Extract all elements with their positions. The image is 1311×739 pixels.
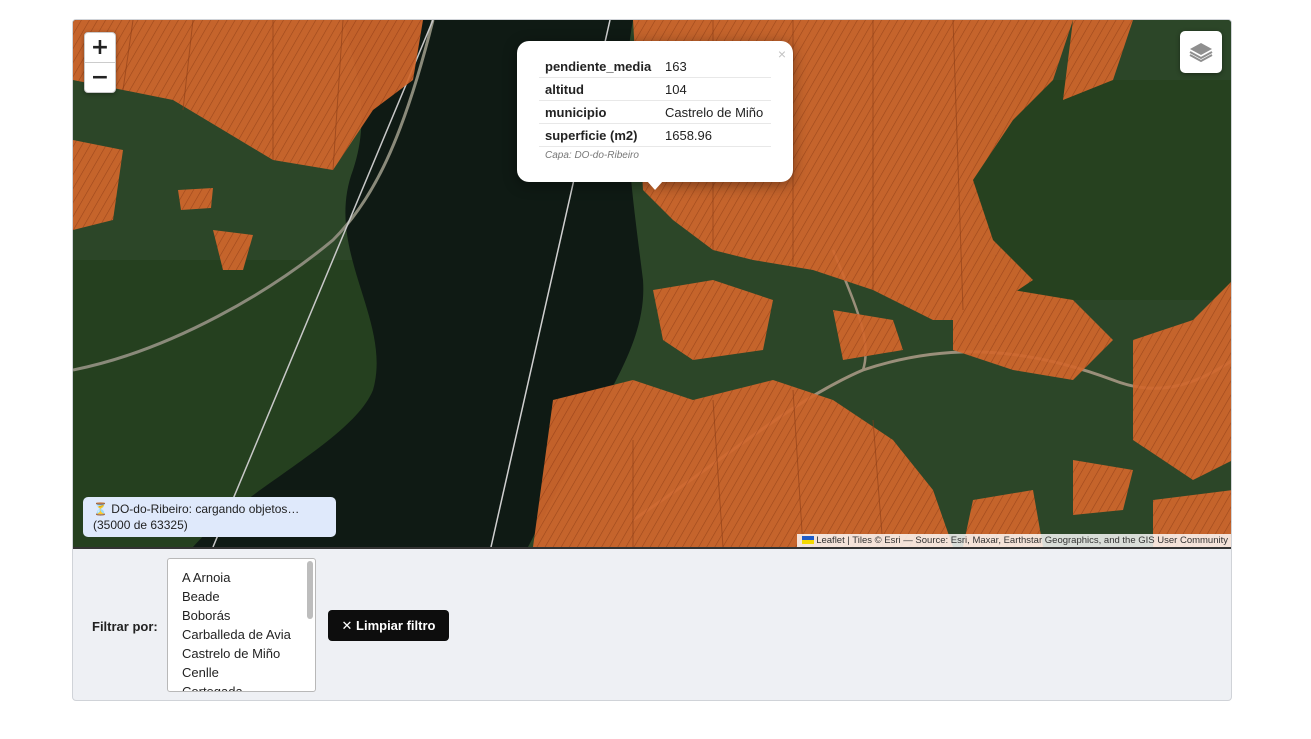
attribute-key: pendiente_media <box>539 55 659 78</box>
attribution-text[interactable]: Leaflet | Tiles © Esri — Source: Esri, M… <box>816 535 1228 546</box>
map-view[interactable]: + − × pendiente_media 163 altitud 104 mu… <box>73 20 1231 547</box>
table-row: altitud 104 <box>539 77 771 101</box>
zoom-out-button[interactable]: − <box>85 62 115 92</box>
loading-progress-text: (35000 de 63325) <box>93 518 188 532</box>
zoom-control: + − <box>84 32 116 93</box>
map-attribution: Leaflet | Tiles © Esri — Source: Esri, M… <box>797 534 1231 547</box>
attribute-key: municipio <box>539 100 659 124</box>
loading-status: ⏳ DO-do-Ribeiro: cargando objetos… (3500… <box>83 497 336 537</box>
attribute-key: altitud <box>539 77 659 101</box>
hourglass-icon: ⏳ <box>93 502 108 516</box>
app-container: + − × pendiente_media 163 altitud 104 mu… <box>72 19 1232 701</box>
clear-filter-button[interactable]: ✕ Limpiar filtro <box>328 610 449 641</box>
attribute-value: 1658.96 <box>659 123 771 147</box>
popup-layer-source: Capa: DO-do-Ribeiro <box>545 150 639 161</box>
attribute-value: Castrelo de Miño <box>659 100 771 124</box>
select-option[interactable]: Boborás <box>182 606 315 625</box>
filter-label: Filtrar por: <box>92 619 158 634</box>
municipality-select[interactable]: A Arnoia Beade Boborás Carballeda de Avi… <box>167 558 316 692</box>
ukraine-flag-icon <box>802 536 815 544</box>
select-option[interactable]: Cenlle <box>182 663 315 682</box>
table-row: pendiente_media 163 <box>539 55 771 78</box>
popup-close-button[interactable]: × <box>778 46 786 62</box>
select-option[interactable]: Beade <box>182 587 315 606</box>
select-option[interactable]: Carballeda de Avia <box>182 625 315 644</box>
select-option[interactable]: Castrelo de Miño <box>182 644 315 663</box>
attribute-value: 104 <box>659 77 771 101</box>
table-row: superficie (m2) 1658.96 <box>539 123 771 147</box>
attribute-value: 163 <box>659 55 771 78</box>
popup-attributes-table: pendiente_media 163 altitud 104 municipi… <box>539 55 771 147</box>
loading-status-text: DO-do-Ribeiro: cargando objetos… <box>111 502 300 516</box>
select-option[interactable]: A Arnoia <box>182 568 315 587</box>
filter-panel: Filtrar por: A Arnoia Beade Boborás Carb… <box>73 547 1231 700</box>
select-scrollbar[interactable] <box>307 561 313 619</box>
attribute-key: superficie (m2) <box>539 123 659 147</box>
layers-icon <box>1189 43 1213 63</box>
popup-tip <box>647 181 663 190</box>
table-row: municipio Castrelo de Miño <box>539 100 771 124</box>
feature-popup: × pendiente_media 163 altitud 104 munici… <box>517 41 793 190</box>
layers-button[interactable] <box>1180 31 1222 73</box>
select-option[interactable]: Cortegada <box>182 682 315 691</box>
zoom-in-button[interactable]: + <box>85 33 115 62</box>
